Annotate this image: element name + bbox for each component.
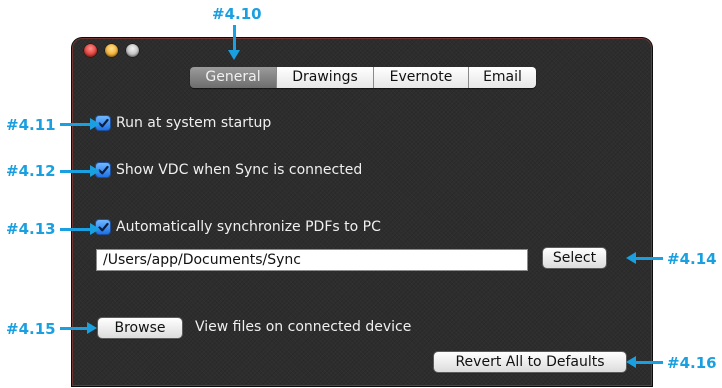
callout-revert-arrow-line bbox=[635, 361, 663, 364]
revert-defaults-button[interactable]: Revert All to Defaults bbox=[434, 352, 626, 372]
callout-show-vdc-arrow-head bbox=[90, 165, 100, 177]
callout-auto-sync-arrow-line bbox=[60, 228, 91, 231]
callout-browse-arrow-head bbox=[87, 322, 97, 334]
callout-auto-sync: #4.13 bbox=[6, 220, 56, 238]
browse-description: View files on connected device bbox=[195, 319, 412, 335]
callout-run-at-startup: #4.11 bbox=[6, 116, 56, 134]
callout-tabs-arrow-line bbox=[233, 25, 236, 50]
stage: General Drawings Evernote Email Run at s… bbox=[0, 0, 722, 388]
callout-run-at-startup-arrow-line bbox=[60, 123, 91, 126]
callout-tabs: #4.10 bbox=[212, 5, 262, 23]
tab-email[interactable]: Email bbox=[468, 67, 536, 88]
callout-auto-sync-arrow-head bbox=[90, 223, 100, 235]
select-button[interactable]: Select bbox=[543, 248, 606, 268]
auto-sync-label: Automatically synchronize PDFs to PC bbox=[116, 219, 381, 235]
minimize-icon[interactable] bbox=[105, 44, 118, 57]
show-vdc-label: Show VDC when Sync is connected bbox=[116, 162, 363, 178]
callout-revert: #4.16 bbox=[667, 354, 717, 372]
sync-path-input[interactable] bbox=[96, 249, 528, 271]
window-controls bbox=[84, 44, 139, 57]
tab-evernote[interactable]: Evernote bbox=[373, 67, 468, 88]
browse-button[interactable]: Browse bbox=[98, 318, 182, 338]
callout-run-at-startup-arrow-head bbox=[90, 118, 100, 130]
tab-drawings[interactable]: Drawings bbox=[276, 67, 373, 88]
callout-select-arrow-line bbox=[635, 257, 663, 260]
callout-browse: #4.15 bbox=[6, 320, 56, 338]
run-at-startup-row: Run at system startup bbox=[96, 115, 271, 131]
callout-select: #4.14 bbox=[667, 250, 717, 268]
close-icon[interactable] bbox=[84, 44, 97, 57]
callout-tabs-arrow-head bbox=[228, 50, 240, 60]
auto-sync-row: Automatically synchronize PDFs to PC bbox=[96, 219, 381, 235]
tab-bar: General Drawings Evernote Email bbox=[190, 67, 536, 88]
callout-show-vdc: #4.12 bbox=[6, 162, 56, 180]
zoom-icon[interactable] bbox=[126, 44, 139, 57]
preferences-window: General Drawings Evernote Email Run at s… bbox=[72, 38, 652, 386]
callout-show-vdc-arrow-line bbox=[60, 170, 91, 173]
tab-general[interactable]: General bbox=[190, 67, 276, 88]
callout-browse-arrow-line bbox=[60, 327, 88, 330]
show-vdc-row: Show VDC when Sync is connected bbox=[96, 162, 362, 178]
run-at-startup-label: Run at system startup bbox=[116, 115, 272, 131]
